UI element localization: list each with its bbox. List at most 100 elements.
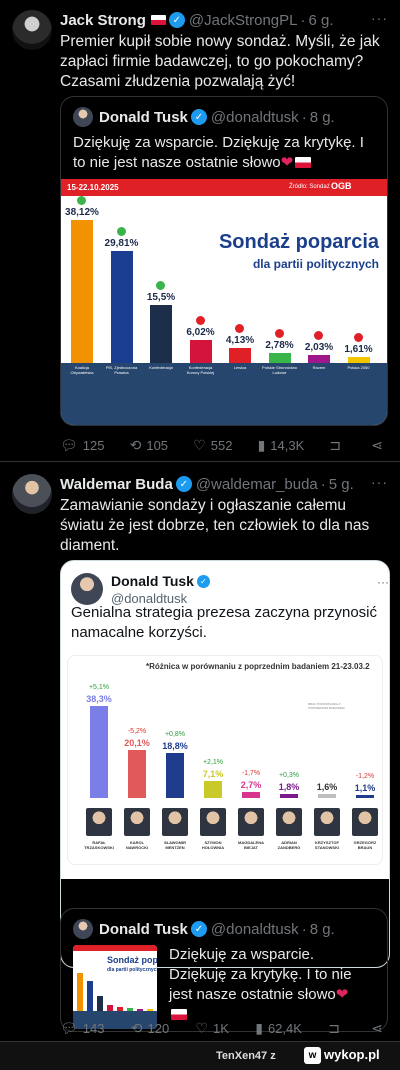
candidate-name-0: RAFAŁ TRZASKOWSKI (84, 840, 114, 850)
quoted-author-name: Donald Tusk (99, 108, 188, 126)
share-button[interactable]: ⋖ (371, 437, 388, 454)
poll-image-candidates: *Różnica w porównaniu z poprzednim badan… (67, 655, 383, 865)
bar-7 (347, 356, 370, 363)
candidate-photo-0 (86, 808, 112, 836)
change-label-1: -5,2% (127, 727, 147, 735)
heart-icon: ♡ (195, 1019, 209, 1036)
more-options-button[interactable]: ··· (371, 10, 388, 26)
party-label-7: Polska 2050 (347, 365, 370, 370)
views-button[interactable]: ▮ 14,3K (258, 437, 305, 454)
wykop-logo-icon: w (304, 1047, 321, 1064)
candidate-photo-5 (276, 808, 302, 836)
value-label-4: 2,7% (240, 779, 262, 790)
repost-button[interactable]: ⟲ 120 (131, 1020, 169, 1037)
like-button[interactable]: ♡ 552 (193, 437, 232, 454)
bar-3 (189, 340, 212, 363)
thumbnail-subtitle: dla partii politycznych (107, 967, 157, 973)
screenshot-name-text: Donald Tusk (111, 573, 194, 589)
uploader-text: TenXen47 (216, 1050, 268, 1062)
more-options-button[interactable]: ··· (371, 474, 388, 490)
value-label-2: 18,8% (162, 740, 188, 751)
change-badge-3 (195, 316, 205, 326)
avatar[interactable] (12, 474, 52, 514)
separator-dot: · (300, 11, 306, 29)
party-label-2: Konfederacja (149, 365, 173, 370)
candidate-name-6: KRZYSZTOF STANOWSKI (314, 840, 340, 850)
change-badge-2 (156, 280, 165, 290)
thumb-bar-4 (117, 1006, 123, 1011)
author-name[interactable]: Waldemar Buda (60, 476, 173, 493)
reply-count: 143 (82, 1020, 105, 1036)
tweet-waldemar-buda[interactable]: Waldemar Buda ✓ @waldemar_buda · 5 g. ··… (0, 462, 400, 1042)
change-label-7: -1,2% (355, 773, 375, 781)
candidate-photo-6 (314, 808, 340, 836)
poll-title: Sondaż poparcia (218, 231, 379, 253)
nested-author-name: Donald Tusk (99, 920, 188, 938)
separator-dot: · (320, 475, 326, 493)
thumb-bar-0 (77, 972, 83, 1011)
poll-thumbnail-image[interactable]: Sondaż poparcia dla partii politycznych (73, 945, 157, 1029)
nested-text-content: Dziękuję za wsparcie. Dziękuję za krytyk… (169, 946, 352, 1003)
change-badge-6 (314, 331, 323, 341)
value-label-2: 15,5% (146, 291, 176, 303)
change-badge-5 (274, 328, 284, 338)
bar-4 (229, 347, 251, 363)
candidate-name-2: SŁAWOMIR MENTZEN (164, 840, 186, 850)
candidate-name-1: KAROL NAWROCKI (125, 840, 149, 850)
verified-badge-icon: ✓ (196, 574, 210, 588)
bar-5 (268, 352, 291, 363)
value-label-1: 29,81% (104, 238, 139, 250)
bar-1 (128, 749, 146, 798)
share-button[interactable]: ⋖ (371, 1020, 388, 1037)
tweet-actions: 💬︎ 143 ⟲ 120 ♡ 1K ▮ 62,4K ⊐ ⋖ (60, 1018, 388, 1038)
bookmark-button[interactable]: ⊐ (329, 437, 346, 454)
tweet-jack-strong[interactable]: Jack Strong ✓ @JackStrongPL · 6 g. ··· P… (0, 0, 400, 462)
bar-0 (90, 706, 108, 798)
avatar (73, 919, 93, 939)
candidate-photo-2 (162, 808, 188, 836)
author-handle[interactable]: @waldemar_buda (196, 476, 318, 493)
quoted-author-handle: @donaldtusk (210, 108, 299, 126)
reply-button[interactable]: 💬︎ 125 (60, 437, 104, 454)
screenshot-of-tweet[interactable]: Donald Tusk ✓ @donaldtusk ··· Genialna s… (60, 560, 390, 968)
poll-note: *Różnica w porównaniu z poprzednim badan… (146, 662, 370, 671)
change-badge-7 (353, 332, 363, 342)
tweet-header: Jack Strong ✓ @JackStrongPL · 6 g. ··· (60, 10, 388, 30)
thumbnail-title: Sondaż poparcia (107, 955, 157, 965)
like-count: 1K (213, 1020, 229, 1036)
bar-6 (318, 794, 336, 798)
author-handle[interactable]: @JackStrongPL (189, 12, 298, 29)
poll-brand-logo: OGB (331, 181, 352, 191)
timestamp[interactable]: 6 g. (309, 12, 334, 29)
like-button[interactable]: ♡ 1K (195, 1020, 228, 1037)
value-label-5: 2,78% (265, 339, 294, 351)
quoted-text-content: Dziękuję za wsparcie. Dziękuję za krytyk… (73, 134, 364, 171)
share-icon: ⋖ (371, 436, 383, 453)
more-options-icon: ··· (377, 575, 389, 589)
repost-button[interactable]: ⟲ 105 (130, 437, 168, 454)
quoted-tweet[interactable]: Donald Tusk ✓ @donaldtusk · 8 g. Dziękuj… (60, 96, 388, 426)
verified-badge-icon: ✓ (190, 109, 207, 125)
reply-button[interactable]: 💬︎ 143 (60, 1020, 104, 1037)
change-badge-0 (77, 196, 86, 206)
quoted-tweet-header: Donald Tusk ✓ @donaldtusk · 8 g. (73, 107, 377, 127)
party-label-3: Konfederacja Korony Polskiej (186, 365, 215, 375)
quoted-tweet-text: Dziękuję za wsparcie. Dziękuję za krytyk… (73, 133, 375, 173)
thumb-bar-2 (97, 995, 103, 1011)
bookmark-icon: ⊐ (329, 436, 342, 453)
repost-icon: ⟲ (129, 436, 142, 453)
value-label-6: 2,03% (304, 342, 334, 354)
bookmark-button[interactable]: ⊐ (328, 1020, 345, 1037)
avatar[interactable] (12, 10, 52, 50)
party-label-4: Lewica (233, 365, 247, 370)
bar-5 (280, 793, 298, 798)
views-button[interactable]: ▮ 62,4K (255, 1020, 302, 1037)
value-label-6: 1,6% (316, 782, 338, 793)
reply-count: 125 (82, 437, 105, 453)
poll-image-parties[interactable]: 15-22.10.2025 Źródło: Sondaż OGB Sondaż … (61, 179, 387, 425)
nested-quoted-tweet[interactable]: Donald Tusk ✓ @donaldtusk · 8 g. Sondaż … (60, 908, 388, 1032)
timestamp[interactable]: 5 g. (329, 476, 354, 493)
author-name[interactable]: Jack Strong (60, 12, 146, 29)
watermark-footer: TenXen47 z w wykop.pl (0, 1042, 400, 1070)
site-name[interactable]: wykop.pl (324, 1047, 380, 1062)
